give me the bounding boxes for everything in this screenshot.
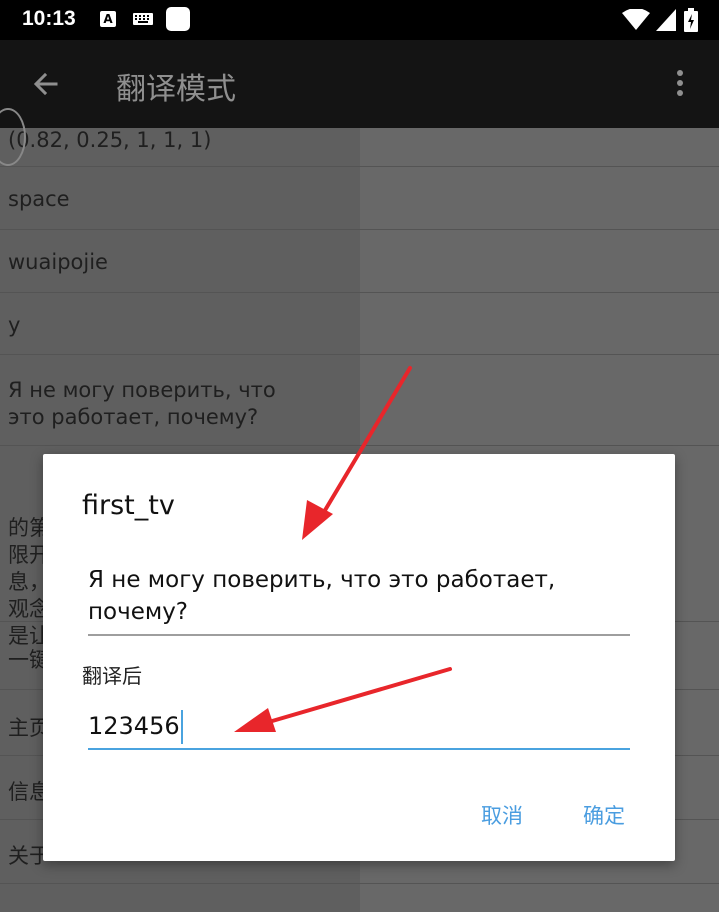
list-item-text: space [8,187,70,211]
list-item[interactable]: (0.82, 0.25, 1, 1, 1) [0,128,719,167]
list-item[interactable]: space [0,167,719,230]
wifi-icon [622,9,650,30]
list-item[interactable]: Я не могу поверить, что это работает, по… [0,355,719,446]
ok-button[interactable]: 确定 [583,800,625,830]
list-item-text: y [8,313,21,337]
battery-icon [684,8,698,32]
status-bar: 10:13 A [0,0,719,40]
translated-input-value: 123456 [88,712,180,740]
translated-label: 翻译后 [82,664,142,688]
square-notification-icon [166,7,190,31]
app-bar: 翻译模式 [0,40,719,128]
translated-input[interactable]: 123456 [88,710,630,750]
page-title: 翻译模式 [116,72,236,107]
original-text-field[interactable]: Я не могу поверить, что это работает, по… [88,564,630,636]
status-time: 10:13 [22,7,76,30]
a-notification-icon: A [100,11,116,27]
list-item-text: Я не могу поверить, что это работает, по… [8,378,276,429]
edit-translation-dialog: first_tv Я не могу поверить, что это раб… [43,454,675,861]
list-item-text: wuaipojie [8,250,108,274]
arrow-left-icon[interactable] [30,68,62,100]
keyboard-icon [133,13,153,25]
text-cursor [180,710,183,744]
more-vert-icon[interactable] [670,68,690,100]
cancel-button[interactable]: 取消 [481,800,523,830]
signal-icon [656,9,676,31]
list-item-text: (0.82, 0.25, 1, 1, 1) [8,128,212,152]
list-item[interactable]: y [0,293,719,355]
dialog-title: first_tv [82,490,175,521]
list-item[interactable]: wuaipojie [0,230,719,293]
